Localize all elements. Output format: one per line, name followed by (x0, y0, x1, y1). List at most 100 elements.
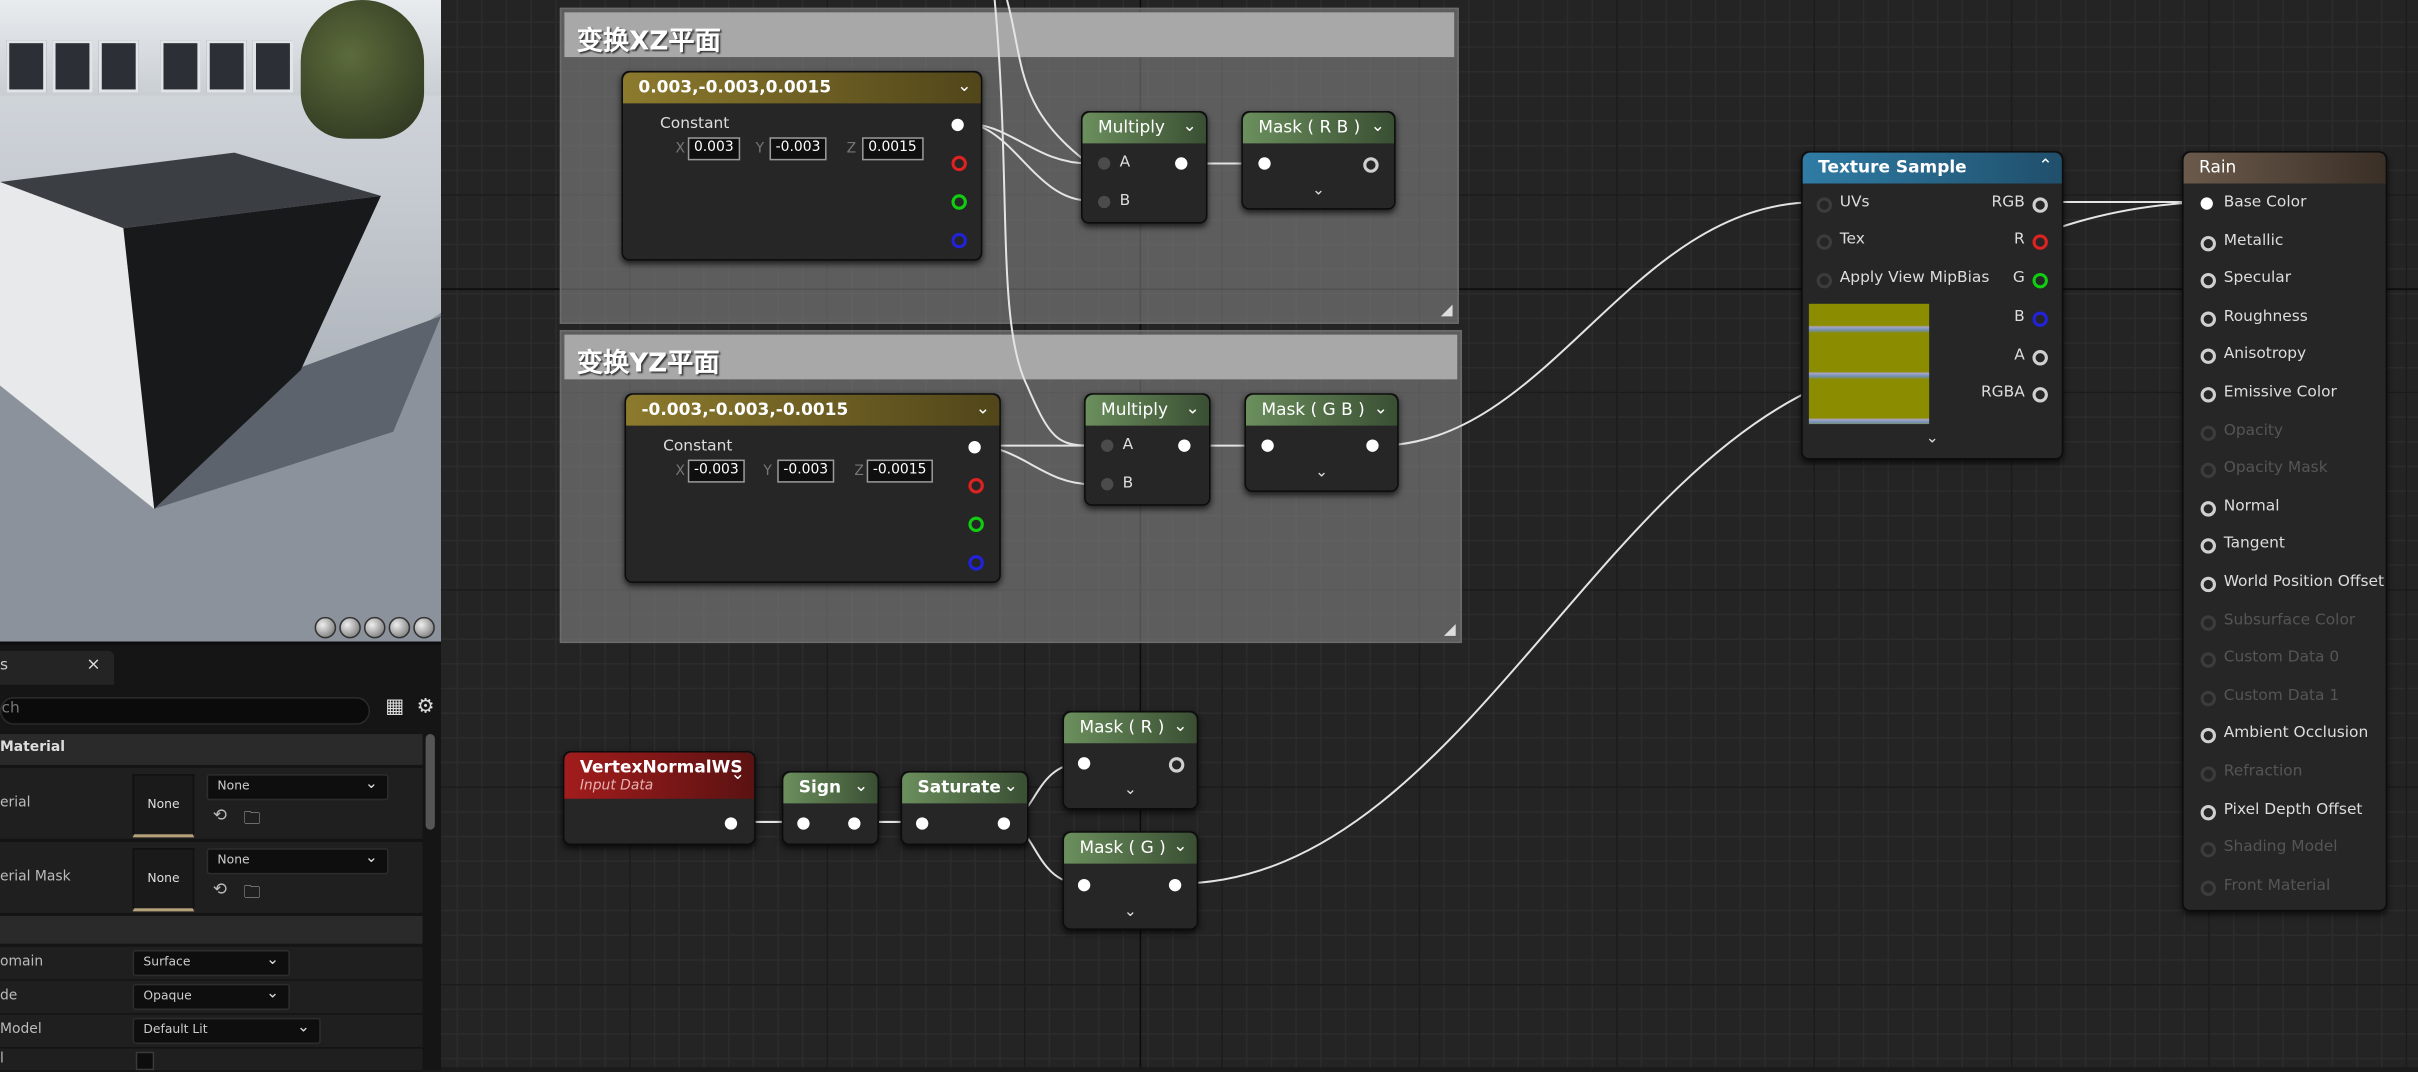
material-input-pin[interactable] (2200, 538, 2216, 555)
node-header[interactable]: VertexNormalWS Input Data ⌄ (564, 752, 755, 799)
multiply-node[interactable]: Multiply ⌄ A B (1081, 111, 1208, 224)
node-header[interactable]: Multiply ⌄ (1085, 394, 1210, 426)
chevron-down-icon[interactable]: ⌄ (1064, 904, 1197, 921)
texture-sample-node[interactable]: Texture Sample ⌃ UVs Tex Apply View MipB… (1801, 151, 2064, 460)
chevron-down-icon[interactable]: ⌄ (1246, 464, 1397, 481)
chevron-down-icon[interactable]: ⌄ (1182, 116, 1196, 136)
input-pin[interactable] (797, 817, 810, 830)
asset-thumbnail[interactable]: None (132, 848, 195, 912)
sign-node[interactable]: Sign ⌄ (781, 771, 879, 846)
mask-r-node[interactable]: Mask ( R ) ⌄ ⌄ (1062, 710, 1199, 810)
chevron-down-icon[interactable]: ⌄ (1004, 776, 1018, 796)
node-header[interactable]: Mask ( R B ) ⌄ (1242, 112, 1395, 144)
node-header[interactable]: Multiply ⌄ (1082, 112, 1206, 144)
chevron-down-icon[interactable]: ⌄ (1243, 182, 1394, 199)
chevron-down-icon[interactable]: ⌄ (1186, 398, 1200, 418)
reset-arrow-icon[interactable]: ⟲ (213, 879, 227, 899)
chevron-down-icon[interactable]: ⌄ (1173, 836, 1187, 856)
output-pin[interactable] (1168, 878, 1182, 892)
material-input-pin[interactable] (2200, 424, 2216, 441)
chevron-down-icon[interactable]: ⌄ (1064, 782, 1197, 799)
output-pin-g[interactable] (2032, 272, 2048, 289)
chevron-down-icon[interactable]: ⌄ (1374, 398, 1388, 418)
reset-arrow-icon[interactable]: ⟲ (213, 805, 227, 825)
node-header[interactable]: Saturate ⌄ (902, 772, 1028, 804)
material-input-pin[interactable] (2200, 804, 2216, 820)
y-field[interactable]: -0.003 (769, 137, 827, 161)
node-header[interactable]: -0.003,-0.003,-0.0015 ⌄ (626, 394, 1000, 426)
node-header[interactable]: Sign ⌄ (783, 772, 878, 804)
preview-viewport[interactable] (0, 0, 442, 642)
input-pin[interactable] (1077, 757, 1091, 770)
output-pin-r[interactable] (2032, 234, 2048, 250)
browse-icon[interactable]: 🗀 (244, 879, 261, 908)
vertex-normal-ws-node[interactable]: VertexNormalWS Input Data ⌄ (562, 751, 756, 846)
material-input-pin[interactable] (2200, 349, 2216, 365)
teapot-icon[interactable] (413, 616, 435, 639)
chevron-down-icon[interactable]: ⌄ (1803, 430, 2062, 447)
two-sided-checkbox[interactable] (135, 1051, 155, 1071)
material-input-pin[interactable] (2200, 766, 2216, 782)
mask-g-node[interactable]: Mask ( G ) ⌄ ⌄ (1062, 831, 1199, 930)
input-pin-a[interactable] (1101, 439, 1114, 452)
input-pin-tex[interactable] (1816, 234, 1833, 250)
input-pin-b[interactable] (1101, 478, 1114, 491)
chevron-down-icon[interactable]: ⌄ (854, 776, 868, 796)
output-pin-b[interactable] (2032, 311, 2048, 327)
output-pin-rgba[interactable] (2032, 387, 2048, 403)
chevron-up-icon[interactable]: ⌃ (2038, 156, 2052, 176)
output-pin[interactable] (1178, 439, 1191, 452)
output-pin[interactable] (1168, 757, 1185, 773)
output-pin[interactable] (951, 118, 964, 132)
output-pin[interactable] (968, 441, 981, 454)
chevron-down-icon[interactable]: ⌄ (976, 398, 990, 418)
node-header[interactable]: 0.003,-0.003,0.0015 ⌄ (623, 72, 981, 104)
close-icon[interactable]: × (86, 654, 100, 674)
mask-gb-node[interactable]: Mask ( G B ) ⌄ ⌄ (1244, 393, 1399, 492)
search-input[interactable]: ch (0, 697, 371, 725)
material-input-pin[interactable] (2200, 880, 2216, 896)
asset-thumbnail[interactable]: None (132, 774, 195, 838)
output-pin-b[interactable] (968, 555, 984, 571)
chevron-down-icon[interactable]: ⌄ (1371, 116, 1385, 136)
scrollbar[interactable] (425, 734, 435, 830)
y-field[interactable]: -0.003 (777, 459, 835, 483)
material-input-pin[interactable] (2200, 614, 2216, 631)
input-pin[interactable] (1258, 157, 1271, 170)
material-input-pin[interactable] (2200, 728, 2216, 744)
cube-icon[interactable] (388, 616, 411, 639)
material-input-pin[interactable] (2200, 652, 2216, 669)
input-pin-a[interactable] (1097, 157, 1111, 170)
output-pin-a[interactable] (2032, 350, 2048, 366)
material-input-pin[interactable] (2200, 273, 2216, 289)
output-pin[interactable] (1366, 439, 1379, 452)
table-view-icon[interactable]: ▦ (384, 696, 406, 719)
chevron-down-icon[interactable]: ⌄ (1173, 716, 1187, 736)
node-header[interactable]: Mask ( G B ) ⌄ (1246, 394, 1398, 426)
material-input-pin[interactable] (2200, 842, 2216, 858)
node-header[interactable]: Texture Sample ⌃ (1802, 152, 2062, 184)
material-domain-select[interactable]: Surface ⌄ (132, 949, 290, 977)
node-header[interactable]: Mask ( G ) ⌄ (1064, 832, 1197, 864)
material-input-pin[interactable] (2200, 690, 2216, 706)
material-input-pin[interactable] (2200, 462, 2216, 479)
input-pin[interactable] (916, 817, 929, 830)
z-field[interactable]: -0.0015 (866, 459, 933, 483)
gear-icon[interactable]: ⚙ (415, 696, 437, 719)
shading-model-select[interactable]: Default Lit ⌄ (132, 1017, 321, 1045)
output-pin[interactable] (1363, 157, 1379, 173)
output-pin-r[interactable] (968, 478, 984, 494)
category-material[interactable]: Material (0, 734, 423, 765)
input-pin-mipbias[interactable] (1816, 272, 1833, 289)
material-input-pin[interactable] (2200, 387, 2216, 403)
output-pin[interactable] (1175, 157, 1188, 170)
constant3vector-node[interactable]: 0.003,-0.003,0.0015 ⌄ Constant X 0.003 Y… (621, 70, 983, 261)
material-input-pin[interactable] (2200, 311, 2216, 327)
output-pin-g[interactable] (951, 194, 967, 210)
output-pin-g[interactable] (968, 516, 984, 533)
output-pin-rgb[interactable] (2032, 197, 2048, 213)
z-field[interactable]: 0.0015 (862, 137, 923, 161)
blend-mode-select[interactable]: Opaque ⌄ (132, 983, 290, 1011)
material-input-pin[interactable] (2200, 500, 2216, 517)
constant3vector-node[interactable]: -0.003,-0.003,-0.0015 ⌄ Constant X -0.00… (624, 393, 1001, 583)
